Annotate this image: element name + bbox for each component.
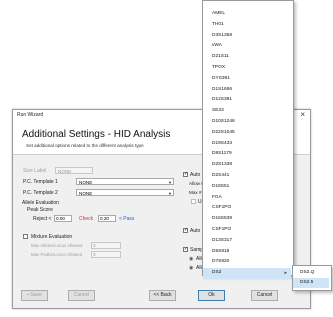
cancel-button[interactable]: Cancel <box>251 290 278 301</box>
locus-menu-item-label: FGA <box>212 194 222 200</box>
pc-template2-select[interactable]: NONE ▼ <box>76 189 174 196</box>
chevron-down-icon: ▼ <box>168 180 172 185</box>
reject-threshold-input[interactable]: 0.00 <box>54 215 72 222</box>
locus-menu-item-label: D13S317 <box>212 237 233 243</box>
mixture-evaluation-label: Mixture Evaluation <box>31 234 73 240</box>
locus-menu-item[interactable]: TH01 <box>203 20 291 31</box>
locus-menu-item-label: D16S539 <box>212 216 233 222</box>
page-subtitle: Set additional options related to the di… <box>26 143 144 148</box>
locus-menu-item-label: D2S441 <box>212 173 230 178</box>
locus-menu-item-label: CSF1PO <box>212 205 232 211</box>
locus-menu-item[interactable]: DYS391 <box>203 74 291 85</box>
locus-menu-item[interactable]: D2S441 <box>203 171 291 182</box>
max-alleles-label: Max Alleles/Locus Allowed <box>31 243 83 248</box>
locus-menu-item[interactable]: D1S1656 <box>203 85 291 96</box>
locus-menu-item-label: D2S1338 <box>212 162 233 168</box>
locus-menu-item[interactable]: FGA <box>203 193 291 204</box>
locus-menu-item[interactable]: D21S11 <box>203 52 291 63</box>
locus-menu-item-label: vWA <box>212 43 222 49</box>
sample-checkbox[interactable]: ✓ <box>183 247 188 252</box>
locus-menu-item[interactable]: DS2 ▸ <box>203 268 291 279</box>
locus-menu-item[interactable]: TPOX <box>203 63 291 74</box>
allele-radio-1[interactable]: ◉ <box>189 256 193 262</box>
pc-template2-label: P.C. Template 2 <box>23 190 58 196</box>
peak-score-label: Peak Score <box>27 207 53 213</box>
locus-menu-item-label: D18S51 <box>212 183 230 189</box>
max-peaks-input[interactable]: 3 <box>91 251 121 258</box>
locus-menu-item-label: CSF1PO <box>212 227 232 232</box>
check-label: Check <box>79 216 94 222</box>
locus-menu-item[interactable]: D5S818 <box>203 247 291 258</box>
save-button-label: Save <box>30 292 42 298</box>
allele-radio-2[interactable]: ◉ <box>189 265 193 271</box>
locus-submenu-item[interactable]: DS2.5 <box>293 278 329 288</box>
locus-menu-item[interactable]: D12S391 <box>203 95 291 106</box>
ok-button[interactable]: Ok <box>198 290 225 301</box>
locus-menu-item-label: D21S11 <box>212 54 229 60</box>
locus-menu-item[interactable]: D8S1179 <box>203 149 291 160</box>
locus-menu-item-label: D22S1045 <box>212 129 235 135</box>
pass-label: < Pass <box>119 216 135 222</box>
locus-menu-item-label: D7S820 <box>212 259 230 265</box>
locus-menu-item[interactable]: D19S433 <box>203 139 291 150</box>
locus-menu-item[interactable]: AMEL <box>203 9 291 20</box>
use-checkbox[interactable] <box>191 199 196 204</box>
locus-menu-item[interactable]: D16S539 <box>203 214 291 225</box>
save-button[interactable]: ▪ Save <box>21 290 48 301</box>
allele-evaluation-label: Allele Evaluation <box>22 200 59 206</box>
size-select-value: NONE <box>58 169 72 174</box>
pc-template1-value: NONE <box>79 180 93 185</box>
auto-panel-checkbox[interactable]: ✓ <box>183 228 188 233</box>
locus-dropdown-list: AMEL TH01 D3S1358 vWA D21S11 TPOX DYS391 D1S165… <box>202 0 294 279</box>
locus-menu-item[interactable]: SE33 <box>203 106 291 117</box>
page-title: Additional Settings - HID Analysis <box>22 129 171 140</box>
reject-label: Reject < <box>33 216 52 222</box>
locus-menu-item-label: TPOX <box>212 65 226 70</box>
locus-submenu-item[interactable]: DS2.Q <box>293 268 329 278</box>
locus-menu-item[interactable]: D13S317 <box>203 236 291 247</box>
locus-menu-item[interactable]: vWA <box>203 41 291 52</box>
pc-template1-select[interactable]: NONE ▼ <box>76 178 174 185</box>
locus-menu-item-label: D19S433 <box>212 140 233 146</box>
locus-submenu: DS2.Q DS2.5 <box>292 265 332 291</box>
locus-menu-item-label: D5S818 <box>212 248 230 254</box>
locus-menu-item[interactable]: D3S1358 <box>203 31 291 42</box>
mixture-evaluation-checkbox[interactable] <box>23 234 28 239</box>
locus-menu-item-label: AMEL <box>212 11 226 16</box>
max-alleles-input[interactable]: 3 <box>91 242 121 249</box>
pc-template1-label: P.C. Template 1 <box>23 179 58 185</box>
auto-sizing-checkbox[interactable]: ✓ <box>183 172 188 177</box>
max-peaks-label: Max Peaks/Locus Allowed <box>31 252 83 257</box>
submenu-arrow-icon: ▸ <box>284 270 287 277</box>
pass-threshold-input[interactable]: 0.20 <box>98 215 116 222</box>
save-icon: ▪ <box>27 292 29 298</box>
locus-menu-item-label: D10S1248 <box>212 119 235 124</box>
locus-menu-item[interactable]: D22S1045 <box>203 128 291 139</box>
chevron-down-icon: ▼ <box>168 191 172 196</box>
locus-menu-item[interactable]: CSF1PO <box>203 203 291 214</box>
locus-menu-item-label: D1S1656 <box>212 86 233 92</box>
locus-menu-item-label: DS2 <box>212 270 222 276</box>
pc-template2-value: NONE <box>79 191 93 196</box>
locus-menu-item-label: D8S1179 <box>212 151 232 157</box>
size-select[interactable]: NONE <box>55 167 93 174</box>
back-button[interactable]: << Back <box>149 290 176 301</box>
locus-menu-item[interactable]: CSF1PO <box>203 225 291 236</box>
locus-menu-item-label: TH01 <box>212 21 224 27</box>
window-title: Run Wizard <box>17 112 44 118</box>
cancel-disabled-button[interactable]: Cancel <box>68 290 95 301</box>
locus-menu-item[interactable]: D10S1248 <box>203 117 291 128</box>
locus-menu-item-label: SE33 <box>212 108 224 114</box>
locus-menu-item-label: D3S1358 <box>212 32 233 38</box>
locus-menu-item[interactable]: D2S1338 <box>203 160 291 171</box>
size-label: Size Label <box>23 168 47 174</box>
locus-menu-item[interactable]: D7S820 <box>203 257 291 268</box>
close-icon[interactable]: × <box>300 110 305 120</box>
locus-menu-item-label: D12S391 <box>212 97 233 103</box>
locus-menu-item-label: DYS391 <box>212 75 230 81</box>
locus-menu-item[interactable]: D18S51 <box>203 182 291 193</box>
